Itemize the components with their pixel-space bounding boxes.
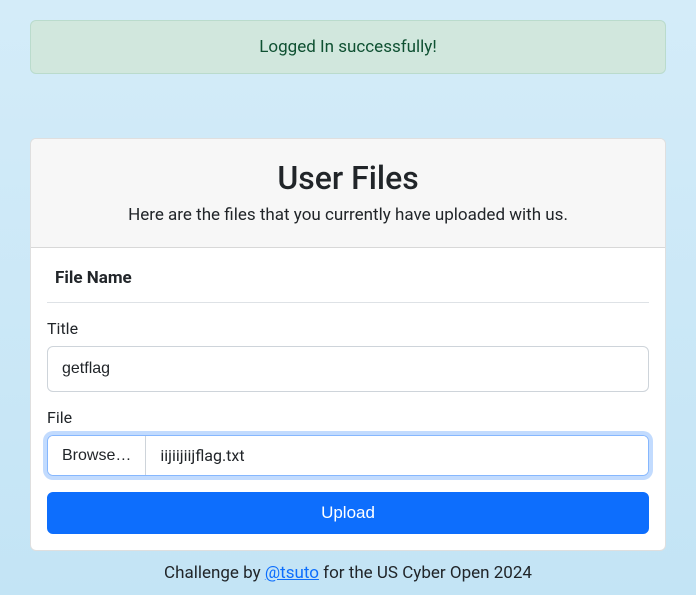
alert-message: Logged In successfully! <box>259 37 436 57</box>
title-label: Title <box>47 319 649 338</box>
file-name-column-header: File Name <box>47 268 649 303</box>
title-input[interactable] <box>47 346 649 392</box>
author-link[interactable]: @tsuto <box>265 563 319 583</box>
upload-button[interactable]: Upload <box>47 492 649 534</box>
page-subtitle: Here are the files that you currently ha… <box>55 205 641 225</box>
footer: Challenge by @tsuto for the US Cyber Ope… <box>30 551 666 595</box>
browse-button[interactable]: Browse… <box>48 436 146 475</box>
footer-prefix: Challenge by <box>164 563 265 583</box>
footer-suffix: for the US Cyber Open 2024 <box>319 563 532 583</box>
file-form-group: File Browse… iijiijiijflag.txt <box>47 408 649 476</box>
selected-file-name: iijiijiijflag.txt <box>146 436 648 475</box>
page-title: User Files <box>55 159 641 197</box>
user-files-card: User Files Here are the files that you c… <box>30 138 666 551</box>
file-input[interactable]: Browse… iijiijiijflag.txt <box>47 435 649 476</box>
file-label: File <box>47 408 649 427</box>
login-success-alert: Logged In successfully! <box>30 20 666 74</box>
card-header: User Files Here are the files that you c… <box>31 139 665 248</box>
card-body: File Name Title File Browse… iijiijiijfl… <box>31 248 665 550</box>
title-form-group: Title <box>47 319 649 392</box>
